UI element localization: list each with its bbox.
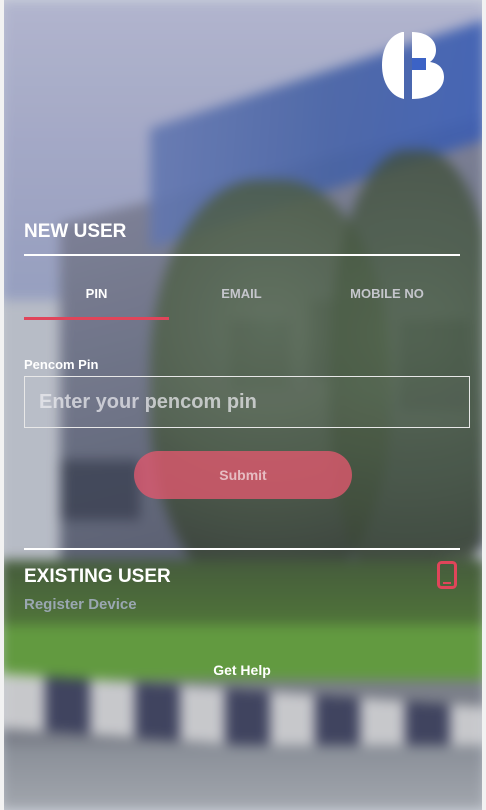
app-screen: NEW USER PIN EMAIL MOBILE NO Pencom Pin …: [0, 0, 486, 810]
app-logo-icon: [382, 32, 444, 99]
active-tab-indicator: [24, 317, 169, 320]
get-help-link[interactable]: Get Help: [0, 662, 484, 678]
tab-email[interactable]: EMAIL: [169, 284, 314, 324]
tab-mobile-no[interactable]: MOBILE NO: [314, 284, 460, 324]
mobile-phone-icon[interactable]: [437, 561, 457, 589]
submit-button[interactable]: Submit: [134, 451, 352, 499]
register-device-link[interactable]: Register Device: [24, 596, 137, 613]
left-edge: [0, 0, 4, 810]
right-edge: [482, 0, 486, 810]
new-user-title: NEW USER: [24, 221, 127, 242]
existing-user-divider: [24, 548, 460, 550]
existing-user-title: EXISTING USER: [24, 566, 171, 587]
pencom-pin-label: Pencom Pin: [24, 357, 99, 372]
new-user-divider: [24, 254, 460, 256]
pencom-pin-input[interactable]: [24, 376, 470, 428]
